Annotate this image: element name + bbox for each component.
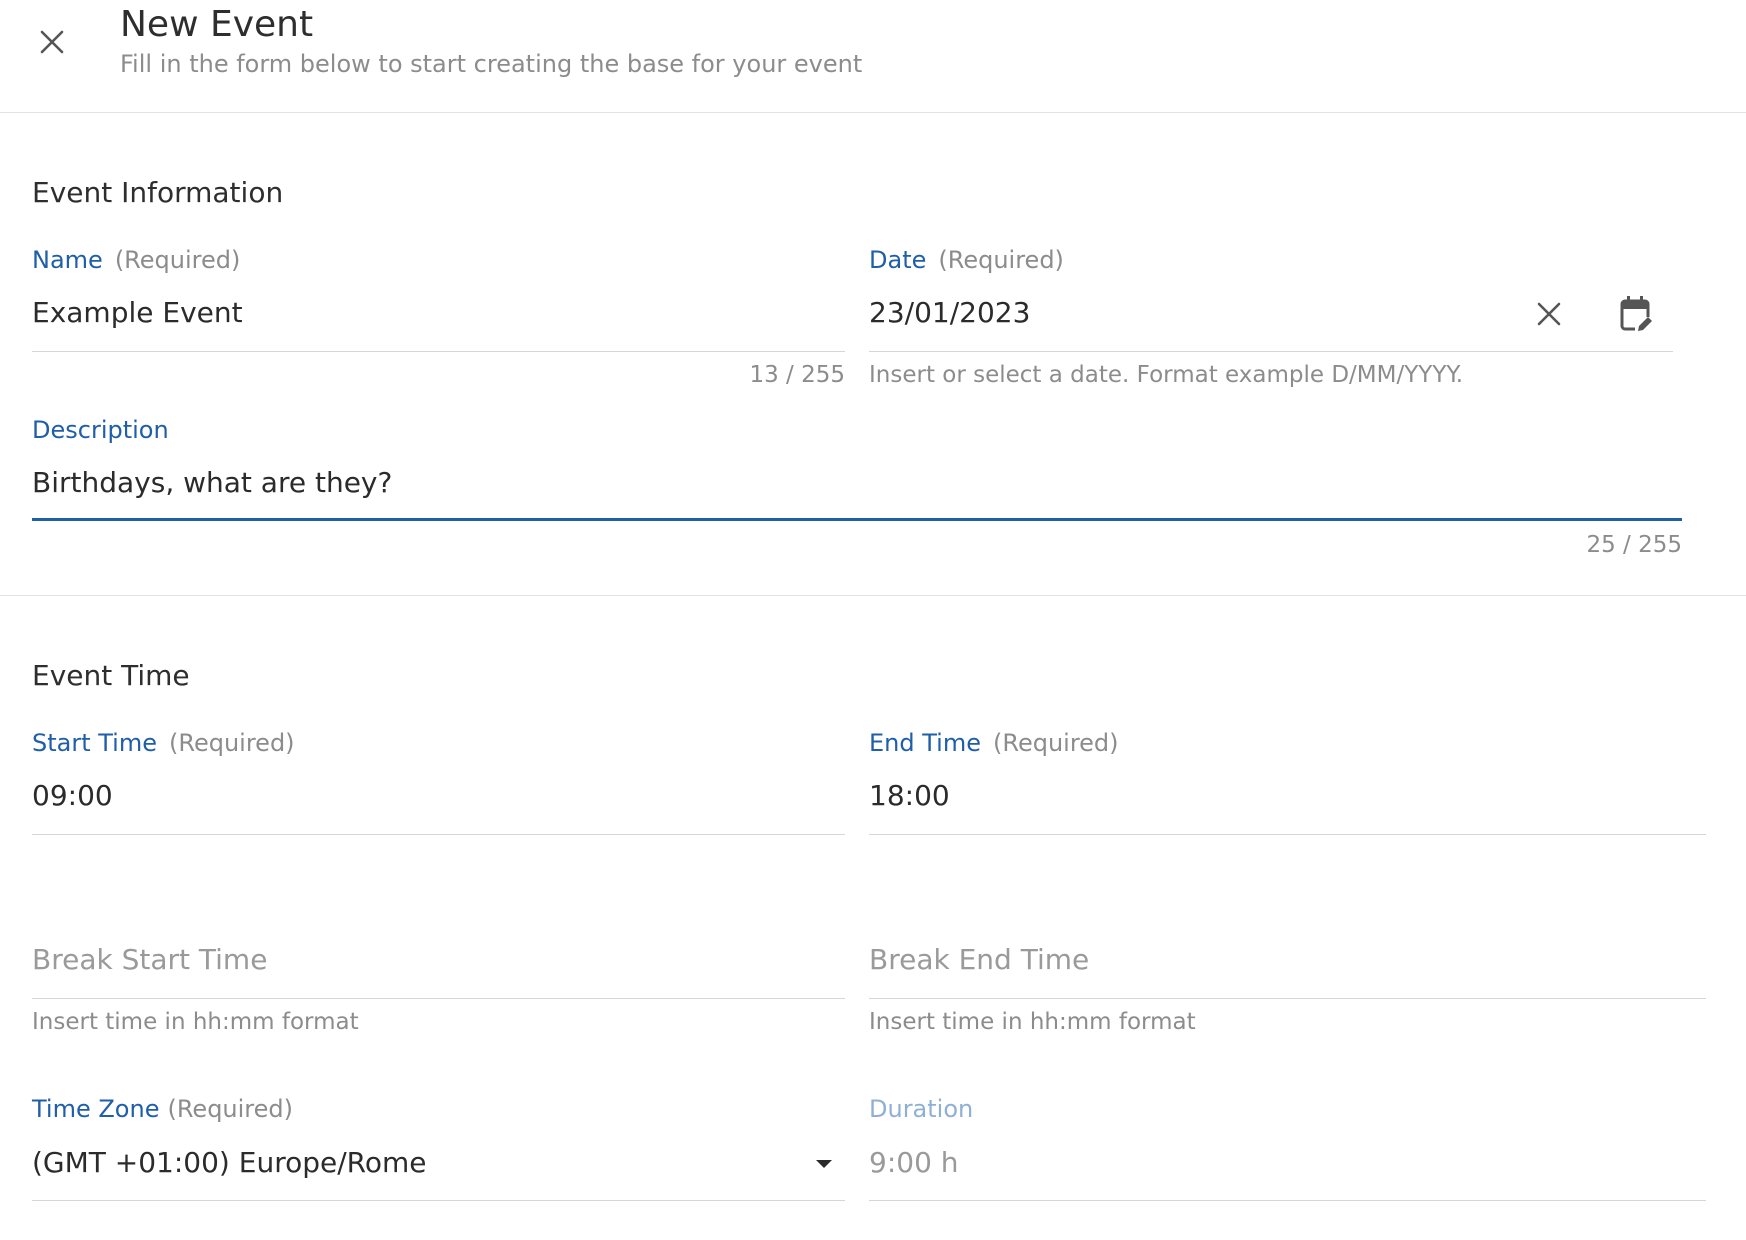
name-label: Name (Required)	[32, 246, 240, 274]
break-end-hint: Insert time in hh:mm format	[869, 1009, 1196, 1035]
break-start-time-input[interactable]: Break Start Time	[32, 943, 267, 976]
start-time-underline	[32, 834, 845, 835]
duration-underline	[869, 1200, 1706, 1201]
time-zone-dropdown-button[interactable]	[802, 1142, 846, 1186]
name-counter: 13 / 255	[749, 362, 845, 388]
page-title: New Event	[120, 4, 314, 45]
name-input[interactable]: Example Event	[32, 296, 243, 329]
section-title-event-time: Event Time	[32, 659, 190, 692]
date-input[interactable]: 23/01/2023	[869, 296, 1030, 329]
description-label: Description	[32, 416, 169, 444]
end-time-required: (Required)	[992, 729, 1119, 757]
calendar-edit-icon	[1620, 296, 1652, 333]
date-required: (Required)	[938, 246, 1064, 274]
date-label-text: Date	[869, 246, 927, 274]
description-underline	[32, 518, 1682, 521]
time-zone-underline	[32, 1200, 845, 1201]
end-time-label: End Time (Required)	[869, 729, 1119, 757]
start-time-required: (Required)	[169, 729, 295, 757]
start-time-label: Start Time (Required)	[32, 729, 295, 757]
duration-label: Duration	[869, 1095, 974, 1123]
dialog-header: New Event Fill in the form below to star…	[0, 0, 1746, 113]
page-subtitle: Fill in the form below to start creating…	[120, 50, 863, 78]
section-divider	[0, 595, 1746, 596]
time-zone-label-text: Time Zone	[32, 1095, 160, 1123]
clear-date-button[interactable]	[1527, 292, 1571, 336]
name-underline	[32, 351, 845, 352]
time-zone-required: (Required)	[167, 1095, 294, 1123]
date-underline	[869, 351, 1673, 352]
duration-readonly-value: 9:00 h	[869, 1146, 959, 1179]
break-start-hint: Insert time in hh:mm format	[32, 1009, 359, 1035]
end-time-label-text: End Time	[869, 729, 981, 757]
section-title-event-information: Event Information	[32, 176, 284, 209]
close-button[interactable]	[32, 22, 72, 62]
calendar-button[interactable]	[1614, 292, 1658, 336]
description-input[interactable]: Birthdays, what are they?	[32, 466, 392, 499]
description-counter: 25 / 255	[1586, 532, 1682, 558]
name-required: (Required)	[114, 246, 241, 274]
date-hint: Insert or select a date. Format example …	[869, 362, 1464, 388]
caret-down-icon	[816, 1160, 832, 1168]
date-label: Date (Required)	[869, 246, 1064, 274]
end-time-underline	[869, 834, 1706, 835]
close-icon	[40, 30, 64, 54]
break-end-time-input[interactable]: Break End Time	[869, 943, 1089, 976]
clear-icon	[1537, 302, 1561, 326]
end-time-input[interactable]: 18:00	[869, 779, 950, 812]
time-zone-label: Time Zone (Required)	[32, 1095, 293, 1123]
start-time-input[interactable]: 09:00	[32, 779, 113, 812]
start-time-label-text: Start Time	[32, 729, 157, 757]
break-end-underline	[869, 998, 1706, 999]
name-label-text: Name	[32, 246, 103, 274]
time-zone-select[interactable]: (GMT +01:00) Europe/Rome	[32, 1146, 427, 1179]
break-start-underline	[32, 998, 845, 999]
